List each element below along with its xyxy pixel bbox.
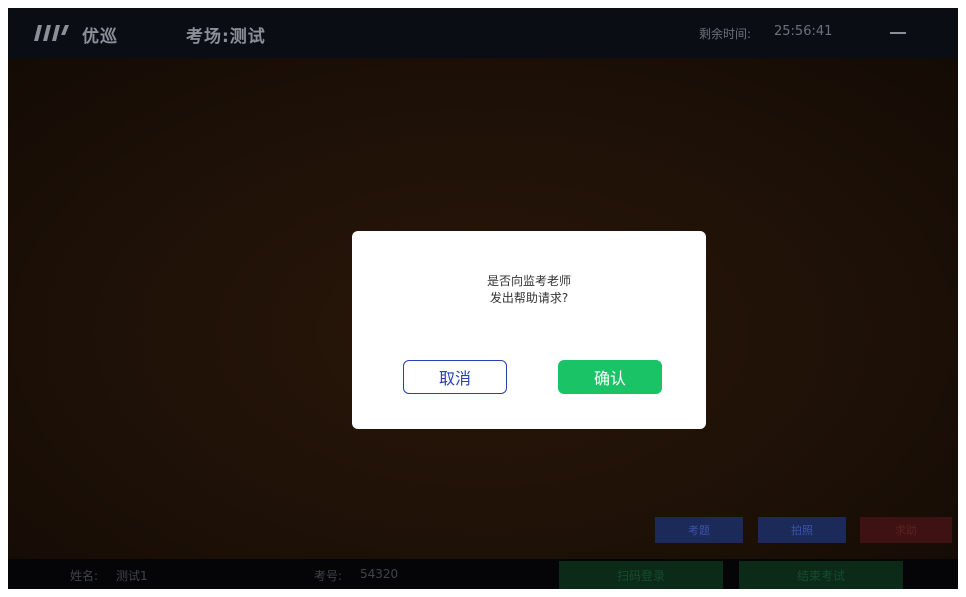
top-bar: 优巡 考场:测试 剩余时间: 25:56:41: [8, 8, 958, 58]
confirm-button[interactable]: 确认: [558, 360, 662, 394]
brand-name: 优巡: [82, 27, 118, 47]
bottom-bar: 姓名: 测试1 考号: 54320 扫码登录 结束考试: [8, 559, 958, 589]
main-content-overlay: 考题 拍照 求助 是否向监考老师 发出帮助请求? 取消 确认: [8, 58, 958, 559]
minimize-button[interactable]: [888, 20, 910, 44]
help-request-dialog: 是否向监考老师 发出帮助请求? 取消 确认: [352, 231, 706, 429]
exam-app-window: 优巡 考场:测试 剩余时间: 25:56:41 考题 拍照 求助 是否向监考老师…: [8, 8, 958, 589]
scan-login-button[interactable]: 扫码登录: [559, 561, 723, 589]
photo-button[interactable]: 拍照: [758, 517, 846, 543]
remaining-time-value: 25:56:41: [774, 24, 833, 39]
exam-number-label: 考号:: [314, 569, 343, 583]
help-button[interactable]: 求助: [860, 517, 952, 543]
end-exam-button[interactable]: 结束考试: [739, 561, 903, 589]
dialog-message: 是否向监考老师 发出帮助请求?: [352, 273, 706, 307]
dialog-message-line-1: 是否向监考老师: [486, 274, 571, 288]
name-label: 姓名:: [70, 569, 99, 583]
remaining-time-label: 剩余时间:: [699, 27, 752, 41]
exam-number-value: 54320: [360, 567, 399, 581]
name-value: 测试1: [116, 569, 148, 583]
questions-button[interactable]: 考题: [655, 517, 743, 543]
brand-logo-icon: [34, 25, 69, 41]
dialog-message-line-2: 发出帮助请求?: [489, 291, 569, 305]
cancel-button[interactable]: 取消: [403, 360, 507, 394]
exam-room-title: 考场:测试: [186, 27, 266, 47]
